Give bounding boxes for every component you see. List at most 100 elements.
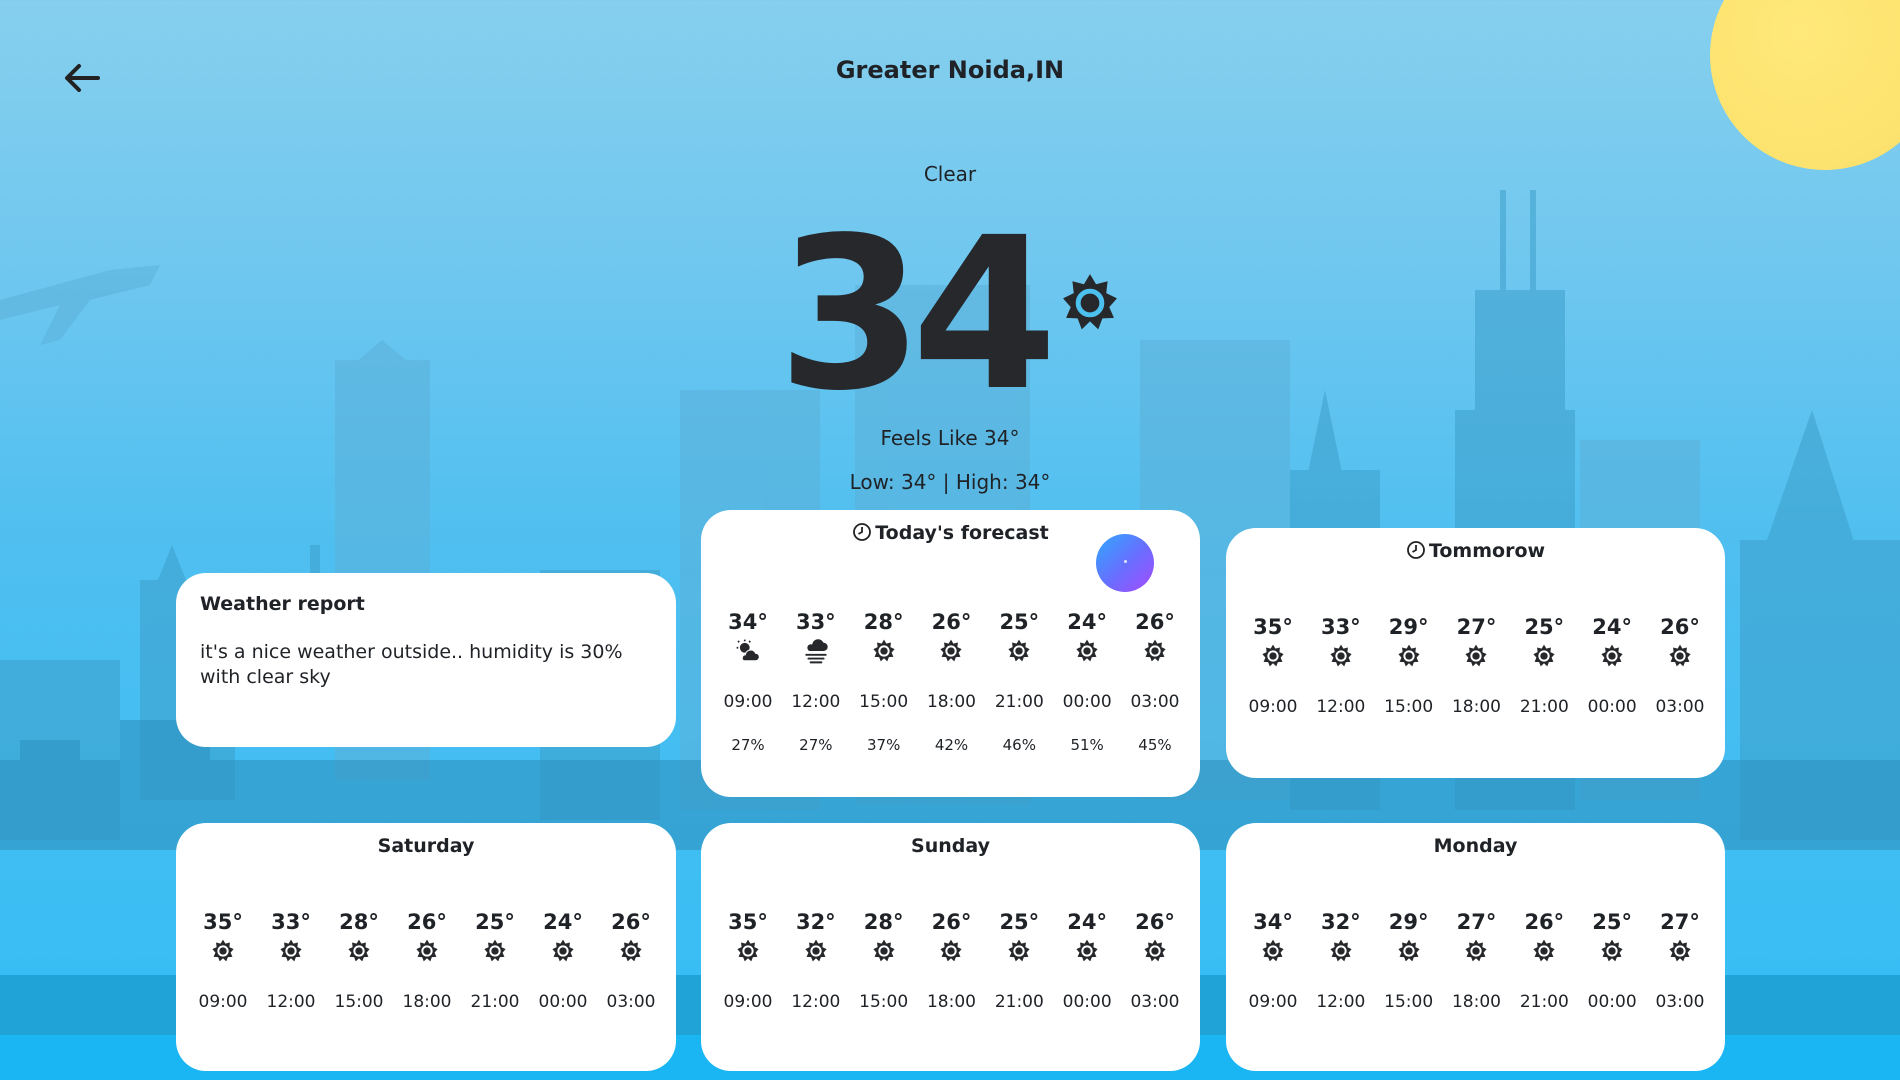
forecast-item: 25° 21:00 [988, 910, 1050, 1012]
today-title-label: Today's forecast [875, 522, 1049, 544]
forecast-humidity: 27% [731, 736, 765, 754]
forecast-item: 25° 21:00 [464, 910, 526, 1012]
sun-icon [1330, 939, 1352, 962]
forecast-time: 00:00 [1587, 992, 1637, 1012]
sun-icon [805, 939, 827, 962]
forecast-temp: 26° [611, 910, 651, 934]
forecast-item: 29° 15:00 [1378, 615, 1440, 717]
sun-icon [1669, 644, 1691, 667]
forecast-time: 15:00 [334, 992, 384, 1012]
forecast-time: 15:00 [1384, 992, 1434, 1012]
forecast-time: 21:00 [994, 692, 1044, 712]
sunday-forecast-row: 35° 09:00 32° 12:00 28° 15:00 26° 18:00 25° 21:00… [717, 910, 1186, 1012]
forecast-item: 33° 12:00 [1310, 615, 1372, 717]
forecast-item: 26° 18:00 42% [920, 610, 982, 754]
sun-icon [280, 939, 302, 962]
clock-icon [1407, 541, 1425, 559]
forecast-time: 00:00 [1062, 992, 1112, 1012]
tomorrow-forecast-title: Tommorow [1226, 540, 1725, 562]
sun-icon [1465, 939, 1488, 962]
sun-icon [1465, 644, 1488, 667]
low-high: Low: 34° | High: 34° [849, 470, 1051, 494]
sun-icon [1533, 939, 1555, 962]
forecast-time: 03:00 [1130, 992, 1180, 1012]
forecast-time: 15:00 [1384, 697, 1434, 717]
sun-icon [1398, 644, 1420, 667]
saturday-forecast-row: 35° 09:00 33° 12:00 28° 15:00 26° 18:00 25° 21:00… [192, 910, 662, 1012]
sun-icon [620, 939, 642, 962]
forecast-item: 26° 03:00 [600, 910, 662, 1012]
monday-forecast-card: Monday 34° 09:00 32° 12:00 29° 15:00 27° 18:00 2… [1226, 823, 1725, 1071]
forecast-time: 18:00 [926, 992, 976, 1012]
tomorrow-forecast-row: 35° 09:00 33° 12:00 29° 15:00 27° 18:00 25° 21:00… [1242, 615, 1711, 717]
forecast-temp: 27° [1456, 615, 1497, 639]
forecast-item: 32° 12:00 [785, 910, 847, 1012]
forecast-temp: 26° [931, 910, 972, 934]
forecast-time: 09:00 [1248, 992, 1298, 1012]
forecast-temp: 24° [1067, 610, 1107, 634]
sun-icon [873, 639, 895, 662]
sun-icon [940, 639, 963, 662]
monday-forecast-row: 34° 09:00 32° 12:00 29° 15:00 27° 18:00 26° 21:00… [1242, 910, 1711, 1012]
forecast-temp: 26° [407, 910, 447, 934]
forecast-temp: 33° [1320, 615, 1361, 639]
weather-condition: Clear [923, 162, 977, 186]
sunday-forecast-card: Sunday 35° 09:00 32° 12:00 28° 15:00 26° 18:00 2… [701, 823, 1200, 1071]
forecast-item: 26° 18:00 [396, 910, 458, 1012]
today-forecast-card: Today's forecast 34° 09:00 27% 33° 12:00 27% 2… [701, 510, 1200, 797]
forecast-item: 34° 09:00 [1242, 910, 1304, 1012]
forecast-time: 21:00 [994, 992, 1044, 1012]
forecast-item: 24° 00:00 [1581, 615, 1643, 717]
forecast-humidity: 46% [1002, 736, 1036, 754]
assistant-orb-button[interactable] [1096, 534, 1154, 592]
forecast-temp: 35° [203, 910, 243, 934]
sun-icon [484, 939, 506, 962]
forecast-time: 21:00 [470, 992, 520, 1012]
forecast-temp: 29° [1388, 910, 1429, 934]
partly-cloudy-icon [736, 639, 760, 662]
forecast-temp: 26° [1135, 910, 1175, 934]
forecast-time: 15:00 [859, 992, 909, 1012]
forecast-time: 09:00 [198, 992, 248, 1012]
forecast-item: 25° 00:00 [1581, 910, 1643, 1012]
forecast-item: 26° 21:00 [1513, 910, 1575, 1012]
sun-icon [873, 939, 895, 962]
forecast-item: 28° 15:00 [328, 910, 390, 1012]
forecast-temp: 28° [863, 910, 904, 934]
forecast-item: 27° 03:00 [1649, 910, 1711, 1012]
forecast-time: 18:00 [402, 992, 452, 1012]
forecast-item: 26° 03:00 45% [1124, 610, 1186, 754]
forecast-temp: 25° [999, 610, 1040, 634]
forecast-temp: 24° [1067, 910, 1107, 934]
forecast-item: 27° 18:00 [1445, 615, 1507, 717]
forecast-temp: 34° [1253, 910, 1293, 934]
forecast-item: 35° 09:00 [717, 910, 779, 1012]
forecast-temp: 26° [931, 610, 972, 634]
monday-forecast-title: Monday [1433, 835, 1518, 857]
forecast-temp: 26° [1660, 615, 1700, 639]
forecast-item: 32° 12:00 [1310, 910, 1372, 1012]
forecast-temp: 25° [1592, 910, 1632, 934]
forecast-temp: 26° [1135, 610, 1175, 634]
forecast-time: 21:00 [1519, 697, 1569, 717]
forecast-time: 00:00 [1062, 692, 1112, 712]
city-title: Greater Noida,IN [835, 56, 1065, 84]
sun-icon [1008, 639, 1030, 662]
forecast-humidity: 42% [934, 736, 969, 754]
forecast-item: 26° 18:00 [920, 910, 982, 1012]
forecast-temp: 33° [795, 610, 836, 634]
forecast-item: 24° 00:00 [1056, 910, 1118, 1012]
forecast-temp: 24° [1592, 615, 1632, 639]
forecast-item: 28° 15:00 [853, 910, 915, 1012]
current-temperature: 34 [0, 210, 1900, 420]
sun-icon [1076, 639, 1098, 662]
forecast-temp: 24° [543, 910, 583, 934]
forecast-time: 18:00 [1451, 697, 1501, 717]
forecast-temp: 26° [1524, 910, 1565, 934]
sun-icon [1669, 939, 1691, 962]
forecast-item: 27° 18:00 [1445, 910, 1507, 1012]
sun-icon [1601, 644, 1623, 667]
forecast-time: 12:00 [266, 992, 316, 1012]
forecast-humidity: 37% [866, 736, 901, 754]
sun-icon [1262, 644, 1284, 667]
